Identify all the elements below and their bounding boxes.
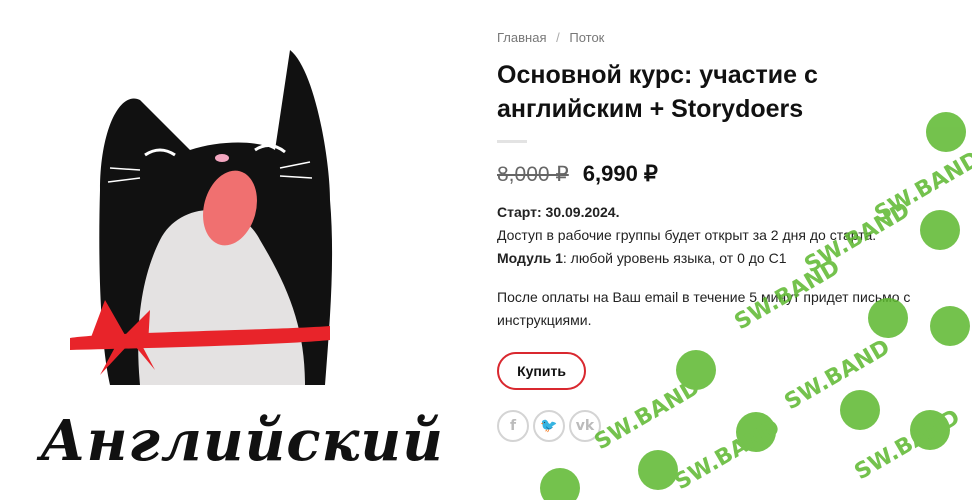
share-buttons: f 🐦 vk xyxy=(497,410,967,442)
twitter-icon[interactable]: 🐦 xyxy=(533,410,565,442)
current-price: 6,990 ₽ xyxy=(582,161,658,186)
start-date: Старт: 30.09.2024. xyxy=(497,204,620,220)
cat-nose xyxy=(215,154,229,162)
breadcrumb-home-link[interactable]: Главная xyxy=(497,30,546,45)
image-caption: Английский xyxy=(40,408,444,474)
breadcrumb: Главная / Поток xyxy=(497,30,967,48)
product-info: Главная / Поток Основной курс: участие с… xyxy=(497,30,967,442)
module-info: Модуль 1: любой уровень языка, от 0 до С… xyxy=(497,247,967,270)
old-price: 8,000 ₽ xyxy=(497,163,569,186)
breadcrumb-separator: / xyxy=(556,30,560,45)
product-title: Основной курс: участие с английским + St… xyxy=(497,61,818,123)
facebook-icon[interactable]: f xyxy=(497,410,529,442)
buy-button[interactable]: Купить xyxy=(497,352,586,390)
breadcrumb-current-link[interactable]: Поток xyxy=(569,30,604,45)
module-text: : любой уровень языка, от 0 до С1 xyxy=(562,250,787,266)
after-payment-note: После оплаты на Ваш email в течение 5 ми… xyxy=(497,289,911,328)
vk-icon[interactable]: vk xyxy=(569,410,601,442)
module-label: Модуль 1 xyxy=(497,250,563,266)
price-row: 8,000 ₽ 6,990 ₽ xyxy=(497,161,967,187)
access-note: Доступ в рабочие группы будет открыт за … xyxy=(497,227,877,243)
title-divider xyxy=(497,140,527,143)
